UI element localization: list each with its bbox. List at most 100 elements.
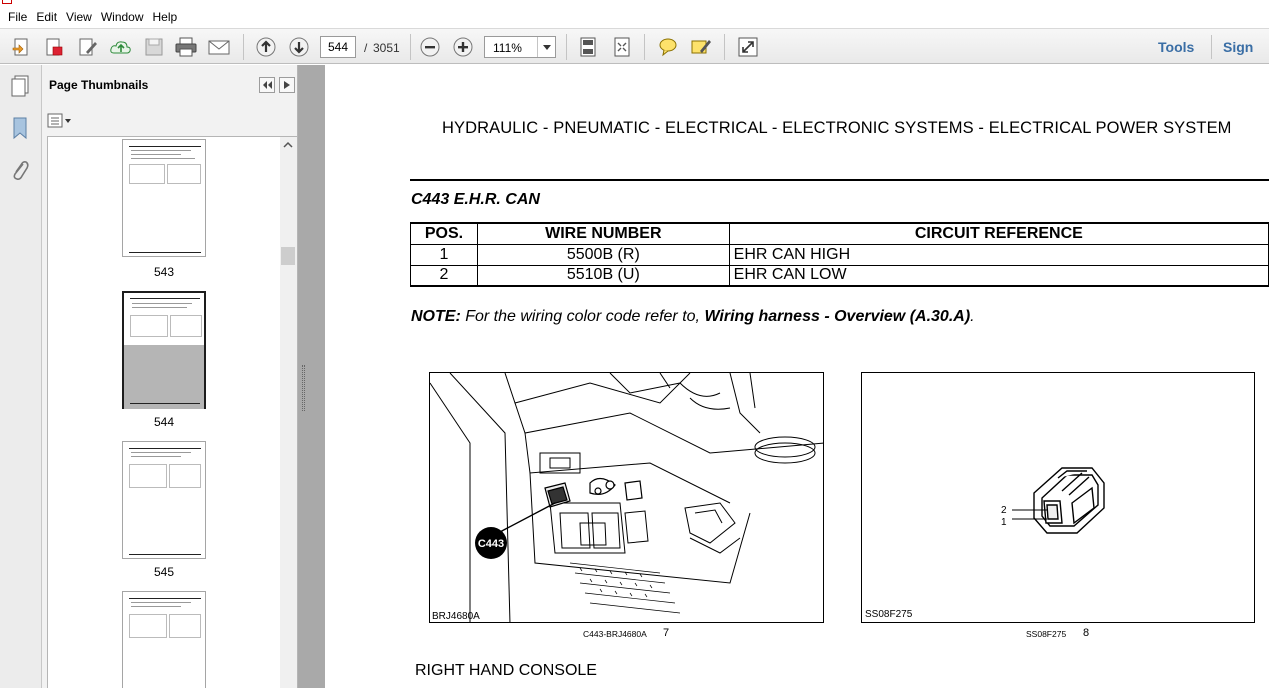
- full-screen-button[interactable]: [736, 35, 760, 59]
- thumbnail-page[interactable]: [122, 441, 206, 559]
- connector-drawing: 2 1: [1001, 467, 1105, 534]
- thumbnail-page[interactable]: [122, 139, 206, 257]
- pane-splitter[interactable]: [298, 65, 325, 688]
- highlight-button[interactable]: [689, 35, 713, 59]
- pages-icon: [11, 75, 29, 97]
- collapse-panel-button[interactable]: [259, 77, 275, 93]
- figure-console-location: C443 BRJ4680A: [429, 372, 824, 623]
- app-icon: [2, 0, 12, 4]
- pin-label: 1: [1001, 517, 1007, 528]
- note-label: NOTE:: [411, 308, 461, 325]
- table-cell: 5500B (R): [476, 243, 730, 266]
- minus-circle-icon: [420, 37, 440, 57]
- page-thumbnails-button[interactable]: [8, 73, 32, 99]
- thumbnail-label: 544: [153, 415, 175, 429]
- thumbnail-label: 543: [153, 265, 175, 279]
- splitter-grip[interactable]: [302, 365, 305, 411]
- toolbar-separator: [243, 34, 244, 60]
- previous-page-button[interactable]: [254, 35, 278, 59]
- sign-button[interactable]: Sign: [1223, 39, 1253, 55]
- panel-menu-arrow-button[interactable]: [279, 77, 295, 93]
- figure-caption: C443-BRJ4680A: [583, 629, 647, 639]
- list-options-icon: [47, 113, 71, 128]
- bookmarks-button[interactable]: [8, 115, 32, 141]
- table-row: 2 5510B (U) EHR CAN LOW: [410, 264, 1269, 287]
- total-pages: 3051: [373, 41, 400, 55]
- menu-edit[interactable]: Edit: [32, 10, 61, 24]
- note-link[interactable]: Wiring harness - Overview (A.30.A): [704, 308, 970, 325]
- thumbnail-page[interactable]: [122, 591, 206, 688]
- fit-page-button[interactable]: [576, 35, 600, 59]
- attachments-button[interactable]: [8, 158, 32, 184]
- thumbnail-list[interactable]: 543 544 545: [47, 136, 297, 688]
- figure-number: 8: [1083, 627, 1090, 639]
- console-line-drawing: C443: [430, 373, 823, 622]
- note-end: .: [970, 308, 975, 325]
- thumbnail-unrendered-area: [124, 345, 204, 409]
- comment-icon: [659, 38, 677, 57]
- scroll-up-icon[interactable]: [283, 141, 293, 148]
- toolbar-separator: [566, 34, 567, 60]
- panel-title: Page Thumbnails: [49, 78, 149, 92]
- menu-help[interactable]: Help: [149, 10, 182, 24]
- cloud-upload-icon: [110, 41, 131, 54]
- wiring-note: NOTE: For the wiring color code refer to…: [411, 308, 975, 326]
- comment-button[interactable]: [656, 35, 680, 59]
- table-cell: EHR CAN LOW: [728, 264, 1269, 287]
- save-button[interactable]: [142, 35, 166, 59]
- menu-bar: File Edit View Window Help: [0, 6, 1269, 28]
- figure-connector-view: 2 1 SS08F275: [861, 372, 1255, 623]
- create-button[interactable]: [42, 35, 66, 59]
- zoom-out-button[interactable]: [418, 35, 442, 59]
- expand-icon: [738, 37, 758, 57]
- thumbnail-scrollbar[interactable]: [280, 137, 297, 688]
- edit-button[interactable]: [76, 35, 100, 59]
- page-header: HYDRAULIC - PNEUMATIC - ELECTRICAL - ELE…: [442, 119, 1232, 137]
- connector-title: C443 E.H.R. CAN: [411, 191, 540, 208]
- toolbar-separator: [724, 34, 725, 60]
- table-row: 1 5500B (R) EHR CAN HIGH: [410, 243, 1269, 266]
- thumbnail-label: 545: [153, 565, 175, 579]
- table-cell: 5510B (U): [476, 264, 730, 287]
- zoom-in-button[interactable]: [451, 35, 475, 59]
- fit-width-button[interactable]: [610, 35, 634, 59]
- double-chevron-left-icon: [263, 81, 272, 89]
- print-button[interactable]: [174, 35, 198, 59]
- table-cell: 2: [410, 264, 478, 287]
- page-separator: /: [364, 41, 368, 55]
- chevron-right-icon: [284, 81, 290, 89]
- page-thumbnails-panel: Page Thumbnails 543 544 545: [42, 65, 298, 688]
- paperclip-icon: [13, 161, 29, 180]
- thumbnail-options-button[interactable]: [47, 112, 73, 130]
- toolbar-separator: [410, 34, 411, 60]
- email-button[interactable]: [207, 35, 231, 59]
- thumbnail-page-selected[interactable]: [122, 291, 206, 409]
- menu-file[interactable]: File: [4, 10, 31, 24]
- tools-button[interactable]: Tools: [1158, 39, 1194, 55]
- zoom-level-select[interactable]: 111%: [484, 36, 556, 58]
- toolbar: 544 / 3051 111% Tools Sign: [0, 28, 1269, 64]
- fit-page-icon: [580, 37, 596, 57]
- column-header: WIRE NUMBER: [476, 222, 730, 245]
- chevron-down-icon[interactable]: [537, 37, 555, 57]
- header-rule: [410, 179, 1269, 181]
- connector-pin-table: POS. WIRE NUMBER CIRCUIT REFERENCE 1 550…: [410, 222, 1269, 287]
- edit-icon: [79, 38, 97, 56]
- section-title: RIGHT HAND CONSOLE: [415, 662, 597, 679]
- navigation-pane-rail: [0, 65, 42, 688]
- scrollbar-thumb[interactable]: [281, 247, 295, 265]
- create-pdf-button[interactable]: [10, 35, 34, 59]
- toolbar-separator: [1211, 35, 1212, 59]
- plus-circle-icon: [453, 37, 473, 57]
- upload-button[interactable]: [109, 35, 133, 59]
- menu-window[interactable]: Window: [97, 10, 148, 24]
- next-page-button[interactable]: [287, 35, 311, 59]
- page-number-input[interactable]: 544: [320, 36, 356, 58]
- menu-view[interactable]: View: [62, 10, 96, 24]
- fit-width-icon: [614, 37, 630, 57]
- create-pdf-icon: [12, 38, 28, 56]
- arrow-up-circle-icon: [256, 37, 276, 57]
- toolbar-separator: [644, 34, 645, 60]
- printer-icon: [175, 37, 197, 57]
- table-cell: EHR CAN HIGH: [728, 243, 1269, 266]
